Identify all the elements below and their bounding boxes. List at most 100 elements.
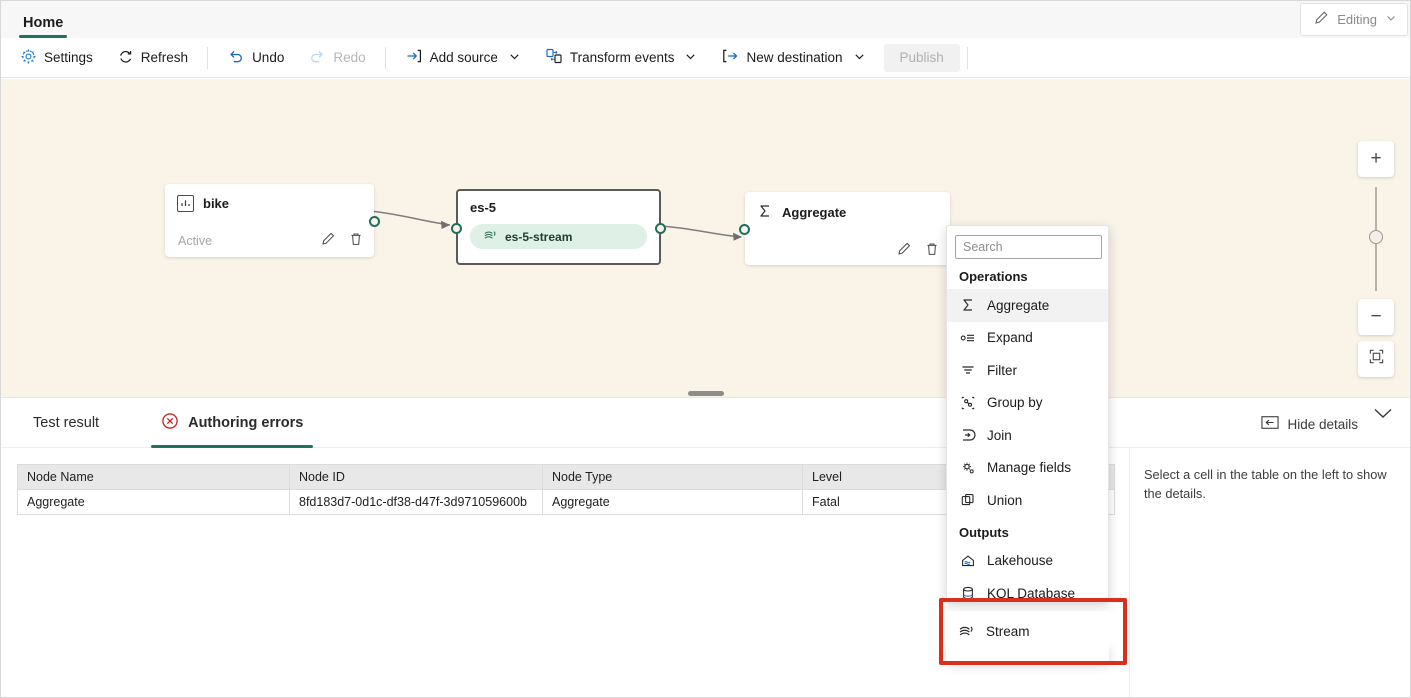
group-by-icon [959,394,976,411]
transform-events-icon [545,47,563,68]
bottom-results-panel: Test result Authoring errors Hide detail… [1,397,1410,697]
column-header-node-type[interactable]: Node Type [542,464,803,490]
flyout-item-kql-database-label: KQL Database [987,585,1076,601]
toolbar-undo-button[interactable]: Undo [217,43,294,73]
splitter-grip[interactable] [687,390,724,396]
tab-authoring-errors[interactable]: Authoring errors [151,398,314,448]
flyout-item-aggregate[interactable]: Aggregate [947,289,1108,322]
cell-node-id[interactable]: 8fd183d7-0d1c-df38-d47f-3d971059600b [289,489,543,515]
add-source-icon [405,47,423,68]
cell-node-name[interactable]: Aggregate [17,489,290,515]
publish-button: Publish [883,43,960,72]
column-header-node-id[interactable]: Node ID [289,464,543,490]
zoom-slider-knob[interactable] [1369,230,1383,244]
node-es5-title: es-5 [470,200,497,215]
details-placeholder-text: Select a cell in the table on the left t… [1144,467,1387,501]
edit-icon[interactable] [320,231,336,250]
flyout-search-input[interactable] [955,235,1102,259]
node-aggregate-footer [745,241,950,268]
tab-test-result[interactable]: Test result [23,398,109,448]
toolbar-refresh-label: Refresh [140,50,189,65]
toolbar-transform-events-label: Transform events [569,50,675,65]
hide-details-button[interactable]: Hide details [1261,415,1358,433]
toolbar-redo-label: Redo [333,50,366,65]
node-bike-status: Active [178,233,213,248]
publish-label: Publish [899,50,944,65]
zoom-slider[interactable] [1358,183,1394,295]
flyout-item-join-label: Join [987,427,1012,443]
canvas-zoom-controls: + − [1358,141,1394,383]
flyout-item-kql-database[interactable]: KQL Database [947,577,1108,602]
kql-database-icon [959,585,976,602]
top-tab-strip: Home Editing [1,1,1410,38]
toolbar-refresh-button[interactable]: Refresh [107,43,198,73]
node-bike-header: bike [165,184,374,212]
node-es5-stream-pill[interactable]: es-5-stream [470,224,647,249]
zoom-in-label: + [1370,148,1382,169]
toolbar-undo-label: Undo [252,50,285,65]
node-es5-output-port[interactable] [655,223,666,234]
node-es5-header: es-5 [458,191,659,215]
node-es5-input-port[interactable] [451,223,462,234]
editing-mode-button[interactable]: Editing [1300,3,1408,36]
flyout-item-join[interactable]: Join [947,419,1108,452]
canvas-node-aggregate[interactable]: Aggregate [739,192,950,268]
toolbar-redo-button: Redo [298,43,375,73]
toolbar-new-destination-button[interactable]: New destination [711,43,875,73]
union-icon [959,492,976,509]
flyout-item-lakehouse[interactable]: Lakehouse [947,545,1108,578]
node-es5-stream-label: es-5-stream [505,229,573,244]
zoom-out-button[interactable]: − [1358,299,1394,335]
node-bike-output-port[interactable] [369,216,380,227]
panel-splitter[interactable] [1,389,1410,397]
cell-node-type[interactable]: Aggregate [542,489,803,515]
editing-mode-label: Editing [1337,12,1377,27]
toolbar-transform-events-button[interactable]: Transform events [535,43,708,73]
canvas-node-es-5[interactable]: es-5 es-5-stream [451,189,666,265]
zoom-in-button[interactable]: + [1358,141,1394,177]
eventstream-canvas[interactable]: bike Active es-5 es-5-stream Aggregate +… [1,79,1410,393]
flyout-item-manage-fields[interactable]: Manage fields [947,452,1108,485]
node-bike-footer: Active [165,231,374,258]
delete-icon[interactable] [348,231,364,250]
pencil-icon [1313,10,1329,29]
flyout-group-heading-outputs: Outputs [959,524,1009,540]
tab-authoring-errors-label: Authoring errors [188,414,304,431]
toolbar-new-destination-label: New destination [746,50,843,65]
node-aggregate-title: Aggregate [782,205,847,220]
flyout-item-union[interactable]: Union [947,484,1108,517]
flyout-item-stream[interactable]: Stream [946,611,1109,651]
undo-icon [227,47,245,68]
toolbar-divider [966,46,968,69]
flyout-item-lakehouse-label: Lakehouse [987,553,1054,569]
column-header-node-name[interactable]: Node Name [17,464,290,490]
bottom-panel-tabs: Test result Authoring errors Hide detail… [1,398,1410,448]
chart-bars-icon [177,195,194,212]
stream-icon [958,623,975,640]
transform-events-flyout-menu[interactable]: Operations Aggregate Expand Filter [946,225,1109,603]
collapse-panel-button[interactable] [1372,406,1394,424]
chevron-down-icon [1385,12,1397,27]
expand-icon [959,329,976,346]
fit-to-view-button[interactable] [1358,341,1394,377]
toolbar-add-source-button[interactable]: Add source [395,43,531,73]
chevron-down-icon [508,50,521,65]
node-bike-title: bike [203,196,230,211]
delete-icon[interactable] [924,241,940,260]
canvas-node-bike[interactable]: bike Active [165,184,380,258]
tab-home[interactable]: Home [17,15,69,38]
flyout-item-manage-fields-label: Manage fields [987,460,1072,476]
flyout-item-group-by[interactable]: Group by [947,387,1108,420]
eventstream-editor-window: Home Editing Settings Refresh Undo Redo … [0,0,1411,698]
flyout-item-filter[interactable]: Filter [947,354,1108,387]
refresh-icon [117,48,134,68]
toolbar-settings-button[interactable]: Settings [10,43,103,73]
details-pane: Select a cell in the table on the left t… [1129,448,1410,697]
flyout-item-expand[interactable]: Expand [947,322,1108,355]
manage-fields-icon [959,459,976,476]
flyout-item-aggregate-label: Aggregate [987,297,1050,313]
node-aggregate-input-port[interactable] [739,224,750,235]
flyout-item-filter-label: Filter [987,362,1017,378]
node-aggregate-header: Aggregate [745,192,950,222]
edit-icon[interactable] [896,241,912,260]
